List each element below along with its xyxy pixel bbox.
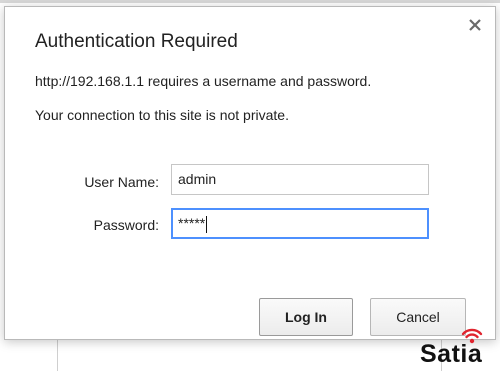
password-label: Password: [93,217,159,233]
privacy-warning: Your connection to this site is not priv… [35,107,289,123]
watermark-text: Satia [420,340,483,368]
dialog-title: Authentication Required [35,31,238,52]
password-field[interactable]: ***** [171,208,429,239]
username-field[interactable]: admin [171,164,429,195]
screenshot-stage: Authentication Required http://192.168.1… [0,0,500,371]
password-value: ***** [178,215,206,231]
login-button[interactable]: Log In [259,298,353,336]
page-edge-left [57,340,58,371]
username-label: User Name: [84,174,159,190]
text-caret [206,215,208,233]
auth-message: http://192.168.1.1 requires a username a… [35,73,372,89]
satia-watermark: Satia [420,326,498,370]
close-icon[interactable] [467,17,483,33]
authentication-dialog: Authentication Required http://192.168.1… [4,6,496,340]
username-value: admin [178,171,217,187]
page-edge-top [0,0,500,3]
